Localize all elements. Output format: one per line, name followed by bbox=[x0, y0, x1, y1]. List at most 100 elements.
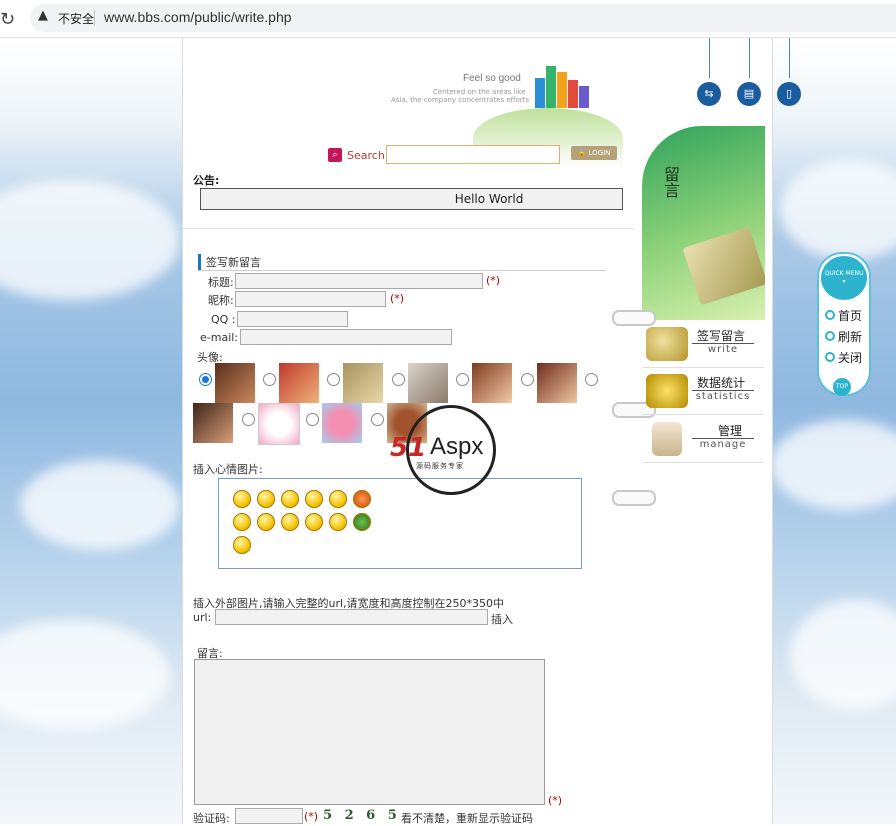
binder-ring bbox=[612, 490, 656, 506]
avatar-image[interactable] bbox=[343, 363, 383, 403]
home-icon[interactable]: ⇆ bbox=[697, 82, 721, 106]
smiley-icon[interactable] bbox=[257, 490, 275, 508]
smiley-icon[interactable] bbox=[233, 513, 251, 531]
tagline: Feel so good bbox=[463, 73, 521, 84]
watermark-number: 51 bbox=[390, 433, 427, 463]
captcha-image: 5 2 6 5 bbox=[323, 808, 401, 823]
sidebar-item-sublabel: write bbox=[692, 343, 754, 355]
sidebar-item-write[interactable]: 签写留言 write bbox=[642, 321, 764, 368]
watermark-text: Aspx bbox=[430, 433, 484, 460]
avatar-radio[interactable] bbox=[242, 413, 255, 426]
reload-icon[interactable]: ↻ bbox=[0, 9, 15, 30]
guestbook-badge-text: 留言 bbox=[661, 166, 680, 198]
lock-icon: 🔒 bbox=[577, 149, 587, 157]
search-input[interactable] bbox=[386, 145, 560, 164]
smiley-icon[interactable] bbox=[329, 513, 347, 531]
avatar-image[interactable] bbox=[215, 363, 255, 403]
buildings-logo bbox=[535, 62, 591, 108]
avatar-image[interactable] bbox=[322, 403, 362, 443]
pin-line bbox=[749, 38, 750, 78]
mail-icon[interactable]: ▤ bbox=[737, 82, 761, 106]
guestbook-badge: 留言 bbox=[642, 126, 765, 320]
avatar-radio[interactable] bbox=[306, 413, 319, 426]
avatar-image[interactable] bbox=[258, 403, 300, 445]
smiley-icon[interactable] bbox=[257, 513, 275, 531]
url-text[interactable]: www.bbs.com/public/write.php bbox=[104, 9, 292, 25]
sidebar-item-label: 数据统计 bbox=[697, 376, 746, 390]
avatar-radio[interactable] bbox=[263, 373, 276, 386]
avatar-radio[interactable] bbox=[371, 413, 384, 426]
smiley-icon[interactable] bbox=[353, 490, 371, 508]
security-label[interactable]: 不安全 bbox=[58, 10, 94, 27]
login-label: LOGIN bbox=[588, 149, 611, 157]
avatar-image[interactable] bbox=[279, 363, 319, 403]
cloud bbox=[780, 160, 896, 260]
avatar-radio[interactable] bbox=[521, 373, 534, 386]
quick-menu-home[interactable]: 首页 bbox=[825, 307, 862, 324]
watermark-logo: 51 Aspx 源码服务专家 bbox=[390, 405, 508, 495]
right-panel: ⇆ ▤ ▯ 留言 签写留言 write 数据统计 statistics 管理 m… bbox=[612, 38, 801, 824]
smiley-icon[interactable] bbox=[281, 490, 299, 508]
smiley-icon[interactable] bbox=[281, 513, 299, 531]
nickname-label: 昵称: bbox=[208, 294, 234, 307]
quick-menu-refresh[interactable]: 刷新 bbox=[825, 328, 862, 345]
avatar-radio[interactable] bbox=[392, 373, 405, 386]
url-input[interactable] bbox=[215, 609, 488, 625]
person-icon bbox=[652, 422, 682, 456]
quick-menu: QUICK MENU ▾ 首页 刷新 关闭 bbox=[817, 252, 871, 396]
mood-label: 插入心情图片: bbox=[193, 463, 263, 476]
required-mark: (*) bbox=[390, 292, 405, 305]
pin-line bbox=[789, 38, 790, 78]
smiley-icon[interactable] bbox=[305, 513, 323, 531]
laptop-icon bbox=[682, 226, 765, 306]
email-label: e-mail: bbox=[200, 331, 239, 344]
captcha-input[interactable] bbox=[235, 808, 303, 824]
avatar-image[interactable] bbox=[408, 363, 448, 403]
smiley-icon[interactable] bbox=[233, 490, 251, 508]
required-mark: (*) bbox=[548, 794, 563, 807]
cloud bbox=[770, 420, 896, 510]
quick-menu-title: QUICK MENU bbox=[824, 270, 864, 277]
cloud bbox=[0, 620, 170, 730]
title-input[interactable] bbox=[235, 273, 483, 289]
warning-icon[interactable]: ▲ bbox=[38, 8, 48, 23]
notice-box: Hello World bbox=[200, 188, 623, 210]
avatar-image[interactable] bbox=[537, 363, 577, 403]
top-button[interactable]: TOP bbox=[833, 378, 851, 396]
smiley-icon[interactable] bbox=[233, 536, 251, 554]
avatar-radio[interactable] bbox=[585, 373, 598, 386]
section-title: 签写新留言 bbox=[198, 254, 261, 270]
required-mark: (*) bbox=[304, 810, 319, 823]
email-input[interactable] bbox=[240, 329, 452, 345]
divider bbox=[183, 228, 635, 229]
avatar-image[interactable] bbox=[193, 403, 233, 443]
nickname-input[interactable] bbox=[235, 291, 386, 307]
quick-menu-close[interactable]: 关闭 bbox=[825, 349, 862, 366]
cloud bbox=[20, 460, 180, 550]
tagline-sub: Centered on the areas like bbox=[433, 88, 526, 96]
insert-link[interactable]: 插入 bbox=[491, 611, 513, 627]
notice-text: Hello World bbox=[454, 192, 524, 206]
sidebar-item-manage[interactable]: 管理 manage bbox=[642, 416, 764, 463]
avatar-image[interactable] bbox=[472, 363, 512, 403]
search-icon: ⌕ bbox=[328, 148, 342, 162]
document-icon[interactable]: ▯ bbox=[777, 82, 801, 106]
required-mark: (*) bbox=[486, 274, 501, 287]
sidebar-item-statistics[interactable]: 数据统计 statistics bbox=[642, 368, 764, 415]
avatar-radio[interactable] bbox=[456, 373, 469, 386]
avatar-radio[interactable] bbox=[327, 373, 340, 386]
cloud bbox=[0, 180, 180, 300]
search-label: Search bbox=[347, 149, 385, 162]
sidebar-item-sublabel: statistics bbox=[692, 390, 754, 402]
smiley-icon[interactable] bbox=[329, 490, 347, 508]
qq-input[interactable] bbox=[237, 311, 348, 327]
message-textarea[interactable] bbox=[194, 659, 545, 805]
browser-address-bar: ↻ ▲ 不安全 www.bbs.com/public/write.php bbox=[0, 0, 896, 38]
cloud bbox=[790, 600, 896, 710]
pin-line bbox=[709, 38, 710, 78]
smiley-icon[interactable] bbox=[353, 513, 371, 531]
avatar-radio[interactable] bbox=[199, 373, 212, 386]
divider bbox=[198, 270, 606, 271]
login-button[interactable]: 🔒 LOGIN bbox=[571, 146, 617, 160]
smiley-icon[interactable] bbox=[305, 490, 323, 508]
